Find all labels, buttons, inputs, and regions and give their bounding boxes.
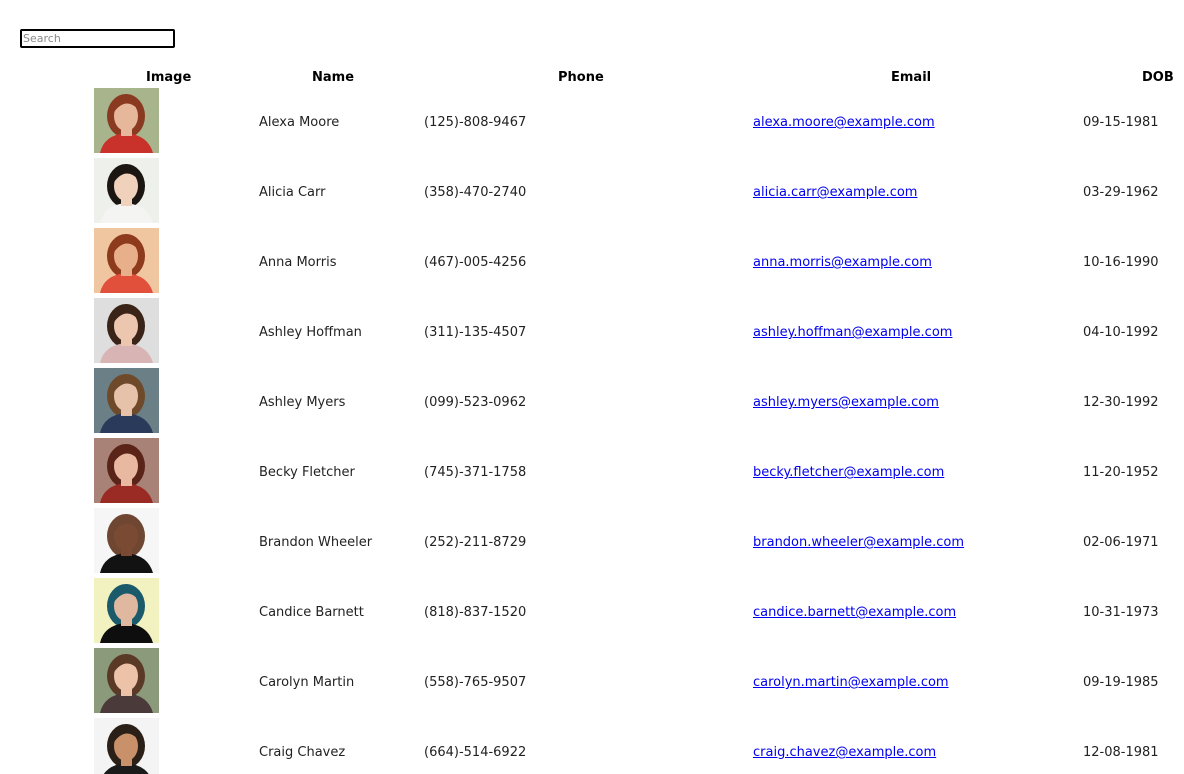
avatar (94, 228, 159, 293)
contact-phone: (558)-765-9507 (424, 675, 527, 690)
table-row: Craig Chavez (664)-514-6922 craig.chavez@e… (0, 718, 1184, 774)
contact-email-link[interactable]: alexa.moore@example.com (753, 115, 935, 131)
avatar (94, 158, 159, 223)
contact-name: Ashley Hoffman (259, 325, 362, 340)
table-row: Carolyn Martin (558)-765-9507 carolyn.mart… (0, 648, 1184, 718)
contact-dob: 04-10-1992 (1083, 325, 1159, 340)
contact-name: Anna Morris (259, 255, 337, 270)
contact-email-link[interactable]: becky.fletcher@example.com (753, 465, 944, 481)
contact-dob: 02-06-1971 (1083, 535, 1159, 550)
table-row: Anna Morris (467)-005-4256 anna.morris@exa… (0, 228, 1184, 298)
contact-phone: (099)-523-0962 (424, 395, 527, 410)
contact-dob: 11-20-1952 (1083, 465, 1159, 480)
table-row: Brandon Wheeler (252)-211-8729 brandon.whe… (0, 508, 1184, 578)
contact-name: Ashley Myers (259, 395, 346, 410)
contact-phone: (467)-005-4256 (424, 255, 527, 270)
contact-email-link[interactable]: brandon.wheeler@example.com (753, 535, 964, 551)
table-row: Alicia Carr (358)-470-2740 alicia.carr@exa… (0, 158, 1184, 228)
column-header-name[interactable]: Name (312, 70, 354, 86)
avatar (94, 648, 159, 713)
table-row: Ashley Hoffman (311)-135-4507 ashley.hoffm… (0, 298, 1184, 368)
contact-email-link[interactable]: ashley.hoffman@example.com (753, 325, 952, 341)
search-input[interactable] (20, 29, 175, 48)
contact-dob: 10-31-1973 (1083, 605, 1159, 620)
table-row: Ashley Myers (099)-523-0962 ashley.myers@e… (0, 368, 1184, 438)
contact-name: Brandon Wheeler (259, 535, 373, 550)
column-header-image[interactable]: Image (146, 70, 191, 86)
table-row: Becky Fletcher (745)-371-1758 becky.fletch… (0, 438, 1184, 508)
table-body: Alexa Moore (125)-808-9467 alexa.moore@exa… (0, 88, 1184, 774)
contact-dob: 10-16-1990 (1083, 255, 1159, 270)
contact-phone: (125)-808-9467 (424, 115, 527, 130)
contact-dob: 03-29-1962 (1083, 185, 1159, 200)
contact-email-link[interactable]: ashley.myers@example.com (753, 395, 939, 411)
contact-email-link[interactable]: craig.chavez@example.com (753, 745, 936, 761)
contact-dob: 12-30-1992 (1083, 395, 1159, 410)
avatar (94, 718, 159, 774)
column-header-phone[interactable]: Phone (558, 70, 604, 86)
contact-phone: (358)-470-2740 (424, 185, 527, 200)
contact-name: Craig Chavez (259, 745, 346, 760)
avatar (94, 438, 159, 503)
contact-name: Becky Fletcher (259, 465, 355, 480)
table-row: Candice Barnett (818)-837-1520 candice.bar… (0, 578, 1184, 648)
contact-phone: (311)-135-4507 (424, 325, 527, 340)
avatar (94, 298, 159, 363)
contact-phone: (664)-514-6922 (424, 745, 527, 760)
avatar (94, 368, 159, 433)
contact-email-link[interactable]: alicia.carr@example.com (753, 185, 917, 201)
contact-phone: (818)-837-1520 (424, 605, 527, 620)
page: Image Name Phone Email DOB Alexa Moore (1… (0, 0, 1184, 774)
contact-email-link[interactable]: candice.barnett@example.com (753, 605, 956, 621)
contact-name: Alicia Carr (259, 185, 326, 200)
contact-email-link[interactable]: anna.morris@example.com (753, 255, 932, 271)
contact-phone: (252)-211-8729 (424, 535, 527, 550)
avatar (94, 88, 159, 153)
contact-dob: 09-19-1985 (1083, 675, 1159, 690)
contact-dob: 12-08-1981 (1083, 745, 1159, 760)
column-header-email[interactable]: Email (891, 70, 931, 86)
contact-phone: (745)-371-1758 (424, 465, 527, 480)
avatar (94, 578, 159, 643)
table-row: Alexa Moore (125)-808-9467 alexa.moore@exa… (0, 88, 1184, 158)
contact-name: Candice Barnett (259, 605, 364, 620)
column-header-dob[interactable]: DOB (1142, 70, 1174, 86)
contact-name: Alexa Moore (259, 115, 340, 130)
contact-email-link[interactable]: carolyn.martin@example.com (753, 675, 949, 691)
avatar (94, 508, 159, 573)
contact-name: Carolyn Martin (259, 675, 355, 690)
contact-dob: 09-15-1981 (1083, 115, 1159, 130)
